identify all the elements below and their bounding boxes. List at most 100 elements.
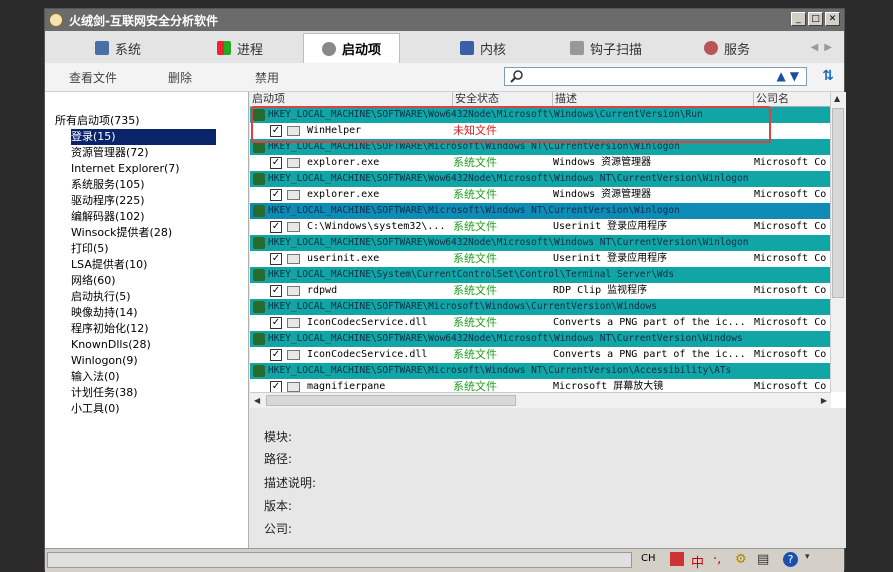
- tree-item[interactable]: 驱动程序(225): [71, 193, 145, 209]
- enable-checkbox[interactable]: ✓: [270, 253, 282, 265]
- tree-item[interactable]: 资源管理器(72): [71, 145, 149, 161]
- maximize-button[interactable]: □: [808, 12, 823, 26]
- registry-group-header[interactable]: HKEY_LOCAL_MACHINE\SOFTWARE\Microsoft\Wi…: [250, 299, 831, 315]
- table-row[interactable]: ✓ IconCodecService.dll 系统文件 Converts a PNG …: [250, 315, 831, 331]
- toolbar: 查看文件 删除 禁用 ▲▼ ⇅: [45, 63, 844, 92]
- delete-button[interactable]: 删除: [168, 69, 192, 86]
- main-window: 火绒剑-互联网安全分析软件 _ □ ✕ 系统 进程 启动项 内核 钩子扫描 服务…: [44, 8, 846, 572]
- tree-item[interactable]: Winlogon(9): [71, 353, 138, 369]
- tab-startup[interactable]: 启动项: [303, 33, 401, 63]
- registry-group-header[interactable]: HKEY_LOCAL_MACHINE\SOFTWARE\Microsoft\Wi…: [250, 363, 831, 379]
- registry-group-header[interactable]: HKEY_LOCAL_MACHINE\System\CurrentControl…: [250, 267, 831, 283]
- registry-icon: [253, 173, 265, 185]
- ime-chinese-mode[interactable]: 中: [691, 552, 704, 571]
- scroll-up-icon[interactable]: ▲: [834, 94, 840, 103]
- registry-key: HKEY_LOCAL_MACHINE\SOFTWARE\Wow6432Node\…: [268, 237, 749, 248]
- ime-logo-icon[interactable]: [670, 552, 684, 566]
- security-status: 系统文件: [453, 188, 497, 201]
- horizontal-scrollbar[interactable]: ◀ ▶: [250, 392, 831, 408]
- table-row[interactable]: ✓ IconCodecService.dll 系统文件 Converts a PNG …: [250, 347, 831, 363]
- minimize-button[interactable]: _: [791, 12, 806, 26]
- detail-company-label: 公司:: [264, 522, 293, 536]
- tree-item[interactable]: 程序初始化(12): [71, 321, 149, 337]
- col-description[interactable]: 描述: [553, 92, 754, 106]
- col-company[interactable]: 公司名: [754, 92, 831, 106]
- tree-item[interactable]: 登录(15): [71, 129, 216, 145]
- enable-checkbox[interactable]: ✓: [270, 157, 282, 169]
- search-box[interactable]: ▲▼: [504, 67, 807, 86]
- tab-label: 内核: [480, 42, 507, 58]
- column-header: 启动项 安全状态 描述 公司名: [250, 92, 831, 107]
- file-icon: [287, 190, 300, 200]
- title-bar: 火绒剑-互联网安全分析软件 _ □ ✕: [45, 9, 844, 31]
- enable-checkbox[interactable]: ✓: [270, 189, 282, 201]
- kernel-icon: [460, 41, 474, 55]
- vertical-scroll-thumb[interactable]: [832, 108, 844, 298]
- table-row[interactable]: ✓ explorer.exe 系统文件 Windows 资源管理器 Microsoft …: [250, 187, 831, 203]
- table-row[interactable]: ✓ userinit.exe 系统文件 Userinit 登录应用程序 Microsof…: [250, 251, 831, 267]
- enable-checkbox[interactable]: ✓: [270, 221, 282, 233]
- enable-checkbox[interactable]: ✓: [270, 349, 282, 361]
- col-startup-item[interactable]: 启动项: [250, 92, 453, 106]
- ime-punctuation-icon[interactable]: ·,: [713, 552, 721, 567]
- security-status: 系统文件: [453, 284, 497, 297]
- registry-group-header[interactable]: HKEY_LOCAL_MACHINE\SOFTWARE\Wow6432Node\…: [250, 331, 831, 347]
- security-status: 系统文件: [453, 156, 497, 169]
- tree-item[interactable]: 编解码器(102): [71, 209, 145, 225]
- tree-item[interactable]: Winsock提供者(28): [71, 225, 172, 241]
- registry-group-header[interactable]: HKEY_LOCAL_MACHINE\SOFTWARE\Wow6432Node\…: [250, 171, 831, 187]
- tree-item[interactable]: 映像劫持(14): [71, 305, 138, 321]
- tree-root[interactable]: 所有启动项(735): [55, 113, 140, 129]
- close-button[interactable]: ✕: [825, 12, 840, 26]
- horizontal-scroll-thumb[interactable]: [266, 395, 516, 406]
- ime-keyboard-icon[interactable]: ▤: [757, 552, 769, 567]
- registry-key: HKEY_LOCAL_MACHINE\SOFTWARE\Wow6432Node\…: [268, 173, 749, 184]
- detail-description-label: 描述说明:: [264, 476, 317, 490]
- language-indicator[interactable]: CH: [641, 553, 656, 564]
- registry-group-header[interactable]: HKEY_LOCAL_MACHINE\SOFTWARE\Microsoft\Wi…: [250, 203, 831, 219]
- vertical-scrollbar[interactable]: ▲: [830, 92, 846, 392]
- table-row[interactable]: ✓ C:\Windows\system32\... 系统文件 Userinit 登录应…: [250, 219, 831, 235]
- security-status: 系统文件: [453, 220, 497, 233]
- help-icon[interactable]: ?: [783, 552, 798, 567]
- scroll-right-icon[interactable]: ▶: [821, 396, 827, 405]
- tree-item[interactable]: 系统服务(105): [71, 177, 145, 193]
- registry-icon: [253, 237, 265, 249]
- tab-scroll-arrows[interactable]: ◀▶: [811, 42, 838, 53]
- tree-item[interactable]: KnownDlls(28): [71, 337, 151, 353]
- ime-tools-icon[interactable]: ⚙: [735, 552, 747, 567]
- tab-process[interactable]: 进程: [217, 35, 263, 61]
- search-nav-arrows[interactable]: ▲▼: [777, 69, 803, 83]
- table-row[interactable]: ✓ explorer.exe 系统文件 Windows 资源管理器 Microsoft …: [250, 155, 831, 171]
- detail-module-label: 模块:: [264, 430, 293, 444]
- tab-system[interactable]: 系统: [95, 35, 141, 61]
- enable-checkbox[interactable]: ✓: [270, 285, 282, 297]
- tree-item[interactable]: 计划任务(38): [71, 385, 138, 401]
- tab-kernel[interactable]: 内核: [460, 35, 506, 61]
- company-name: Microsoft Co: [754, 157, 827, 168]
- tree-item[interactable]: 小工具(0): [71, 401, 120, 417]
- tab-services[interactable]: 服务: [704, 35, 750, 61]
- tree-item[interactable]: 输入法(0): [71, 369, 120, 385]
- tree-item[interactable]: 打印(5): [71, 241, 109, 257]
- disable-button[interactable]: 禁用: [255, 69, 279, 86]
- enable-checkbox[interactable]: ✓: [270, 317, 282, 329]
- company-name: Microsoft Co: [754, 317, 827, 328]
- refresh-icon[interactable]: ⇅: [822, 68, 834, 84]
- scroll-left-icon[interactable]: ◀: [254, 396, 260, 405]
- col-security[interactable]: 安全状态: [453, 92, 553, 106]
- table-row[interactable]: ✓ rdpwd 系统文件 RDP Clip 监视程序 Microsoft Co: [250, 283, 831, 299]
- tab-hook-scan[interactable]: 钩子扫描: [570, 35, 642, 61]
- company-name: Microsoft Co: [754, 285, 827, 296]
- tree-item[interactable]: LSA提供者(10): [71, 257, 147, 273]
- tree-item[interactable]: 启动执行(5): [71, 289, 131, 305]
- registry-group-header[interactable]: HKEY_LOCAL_MACHINE\SOFTWARE\Wow6432Node\…: [250, 235, 831, 251]
- view-file-button[interactable]: 查看文件: [69, 69, 117, 86]
- startup-name: IconCodecService.dll: [307, 317, 428, 328]
- file-icon: [287, 222, 300, 232]
- startup-name: rdpwd: [307, 285, 338, 296]
- registry-icon: [253, 333, 265, 345]
- tree-item[interactable]: Internet Explorer(7): [71, 161, 180, 177]
- tree-item[interactable]: 网络(60): [71, 273, 116, 289]
- ime-options-icon[interactable]: ▾: [805, 552, 810, 562]
